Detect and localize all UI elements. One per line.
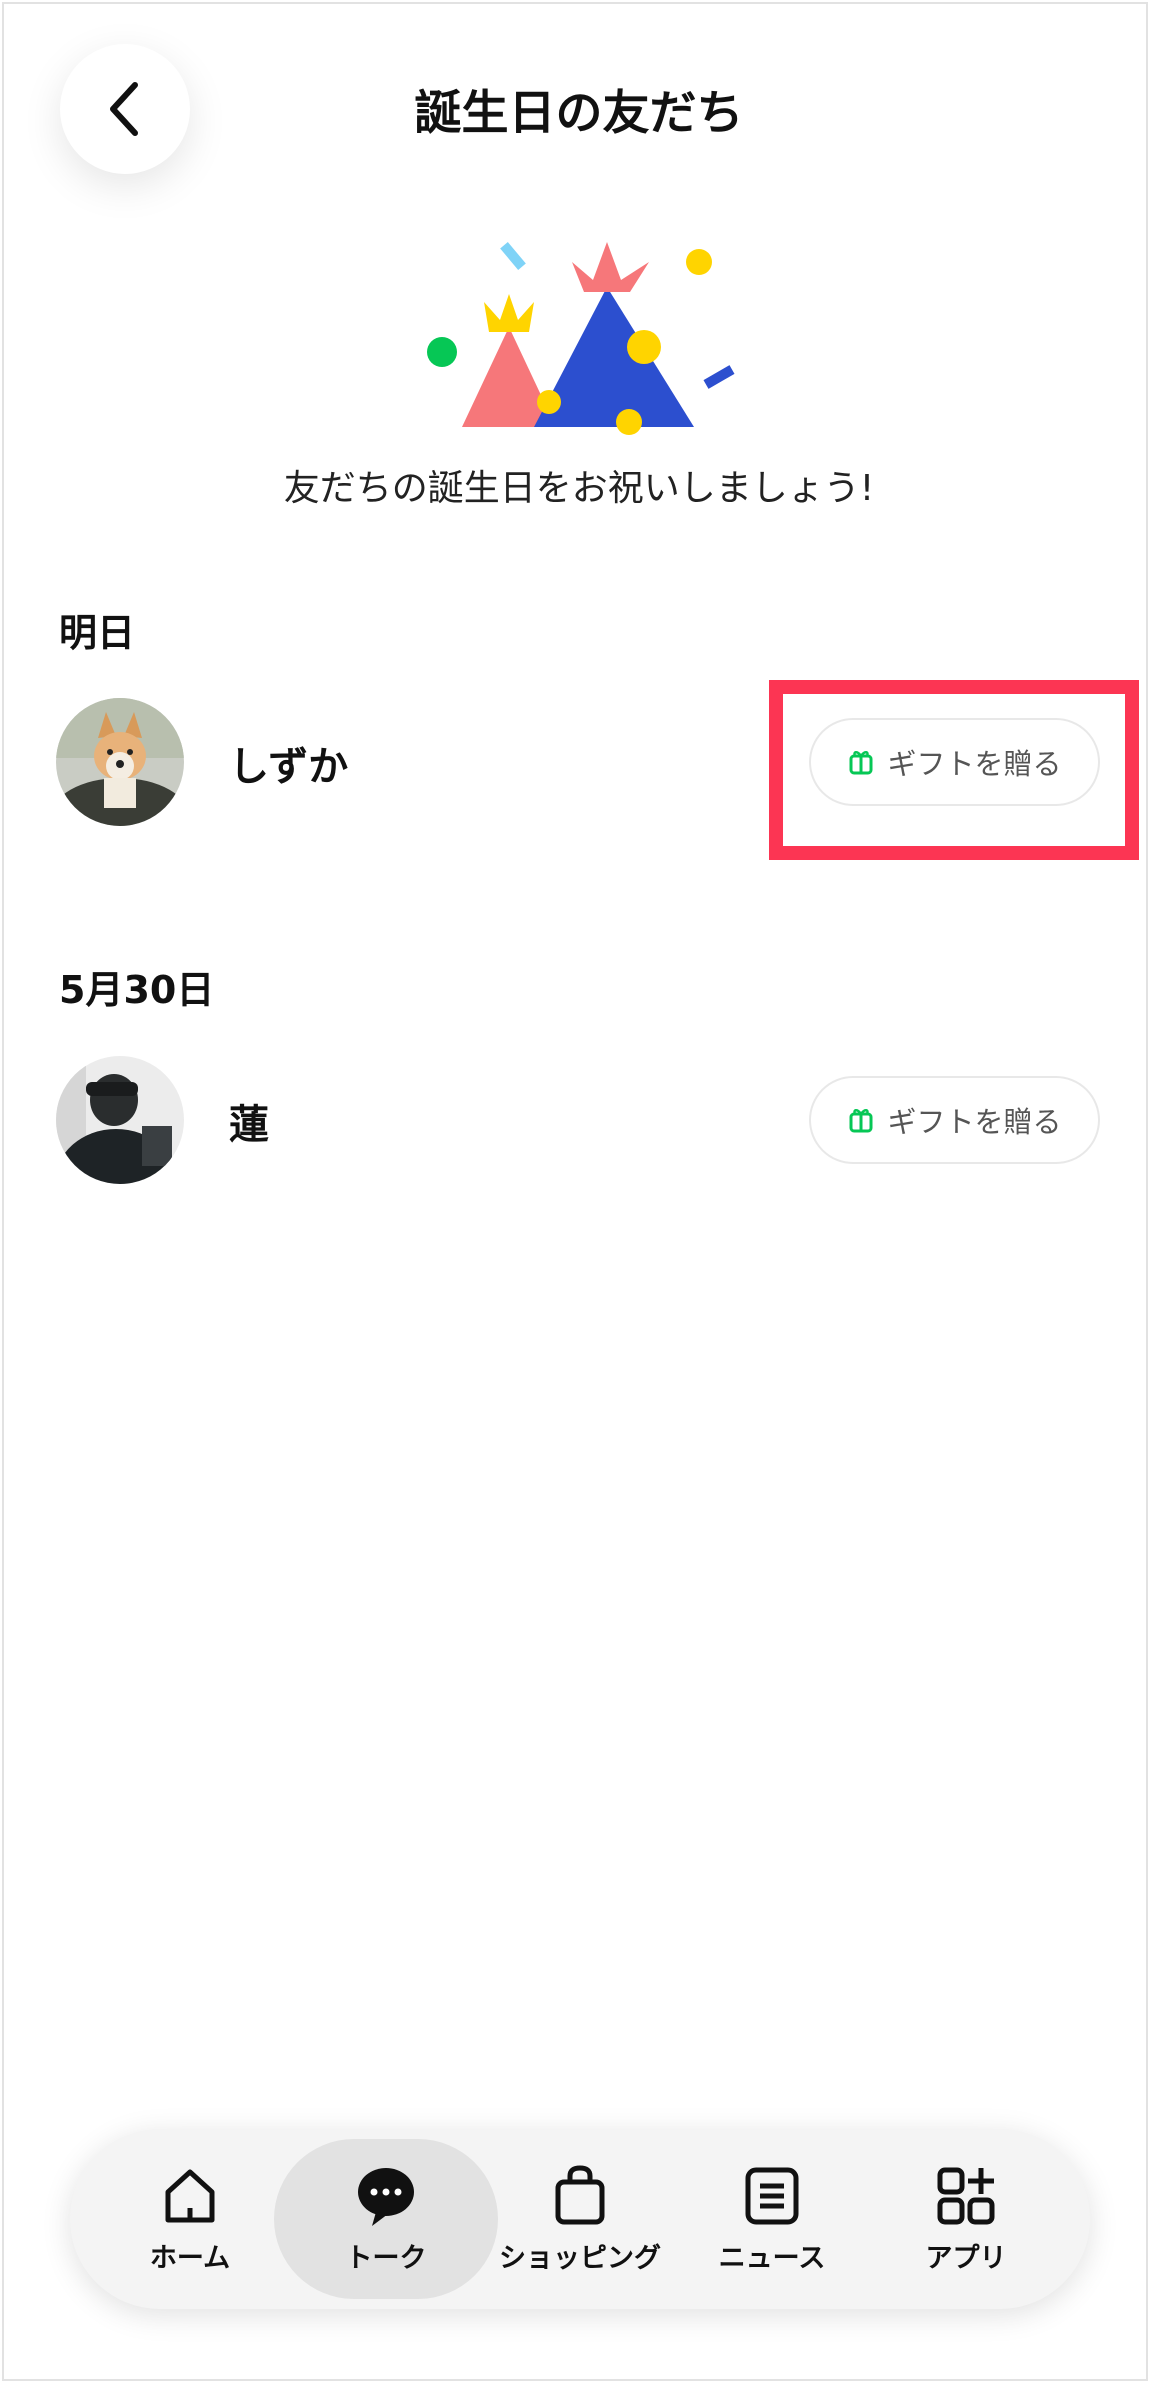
- tab-home[interactable]: ホーム: [90, 2129, 290, 2309]
- tab-label: ホーム: [149, 2242, 231, 2274]
- avatar[interactable]: [56, 1056, 184, 1184]
- page-title: 誕生日の友だち: [414, 86, 744, 141]
- tab-news[interactable]: ニュース: [672, 2129, 872, 2309]
- party-hats-illustration: [427, 242, 735, 435]
- tab-apps[interactable]: アプリ: [866, 2129, 1066, 2309]
- friend-name: しずか: [229, 744, 349, 790]
- friend-row[interactable]: 蓮 ギフトを贈る: [4, 1056, 1150, 1196]
- hero-message: 友だちの誕生日をお祝いしましょう!: [283, 468, 875, 509]
- tab-label: ニュース: [718, 2242, 826, 2274]
- bottom-tab-bar: ホーム トーク ショッピング ニュース アプリ: [70, 2129, 1090, 2309]
- section-label-may-30: 5月30日: [59, 968, 215, 1012]
- news-icon: [745, 2167, 799, 2224]
- app-screen: 誕生日の友だち 友だちの誕生日をお祝いしましょう! 明日 しずか ギフトを贈る …: [2, 2, 1148, 2381]
- apps-icon: [937, 2167, 995, 2224]
- chat-bubble-icon: [358, 2167, 414, 2226]
- section-label-tomorrow: 明日: [59, 611, 136, 655]
- tab-shopping[interactable]: ショッピング: [480, 2129, 680, 2309]
- tab-talk[interactable]: トーク: [286, 2129, 486, 2309]
- gift-icon: [849, 1109, 873, 1133]
- friend-name: 蓮: [229, 1102, 269, 1148]
- send-gift-button[interactable]: ギフトを贈る: [809, 1076, 1100, 1164]
- tab-label: トーク: [345, 2242, 427, 2274]
- shopping-bag-icon: [555, 2164, 605, 2224]
- tab-label: アプリ: [925, 2242, 1007, 2274]
- gift-button-label: ギフトを贈る: [887, 1105, 1062, 1139]
- highlight-box: [769, 680, 1139, 860]
- tab-label: ショッピング: [499, 2242, 661, 2274]
- home-icon: [165, 2169, 215, 2222]
- avatar[interactable]: [56, 698, 184, 826]
